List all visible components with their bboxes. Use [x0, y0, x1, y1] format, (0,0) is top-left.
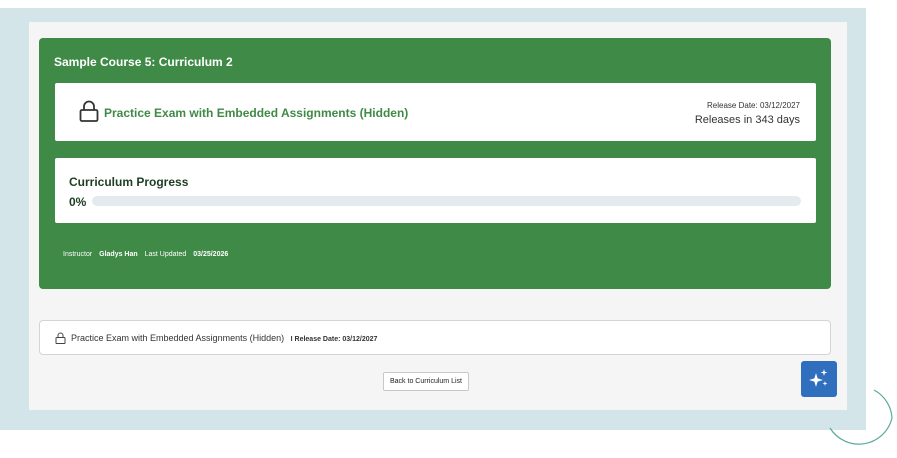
last-updated-date: 03/25/2026	[193, 251, 229, 258]
progress-label: Curriculum Progress	[69, 175, 189, 189]
progress-percent: 0%	[69, 195, 87, 209]
lock-icon	[79, 100, 99, 122]
lock-icon	[55, 332, 66, 344]
list-item-title: Practice Exam with Embedded Assignments …	[71, 333, 285, 343]
course-title: Sample Course 5: Curriculum 2	[54, 55, 233, 69]
last-updated-label: Last Updated	[144, 251, 187, 258]
back-to-curriculum-button[interactable]: Back to Curriculum List	[383, 372, 469, 391]
list-item-text: Practice Exam with Embedded Assignments …	[71, 333, 377, 343]
assignment-card[interactable]: Practice Exam with Embedded Assignments …	[55, 83, 816, 141]
list-item-release: I Release Date: 03/12/2027	[290, 336, 378, 343]
decorative-arc	[829, 389, 893, 445]
course-card: Sample Course 5: Curriculum 2 Practice E…	[39, 38, 831, 289]
instructor-label: Instructor	[63, 251, 93, 258]
course-meta: Instructor Gladys Han Last Updated 03/25…	[63, 251, 233, 258]
assignment-title[interactable]: Practice Exam with Embedded Assignments …	[104, 106, 408, 120]
instructor-name: Gladys Han	[99, 251, 138, 258]
progress-bar	[92, 196, 801, 206]
curriculum-progress-card: Curriculum Progress 0%	[55, 158, 816, 223]
release-date: Release Date: 03/12/2027	[707, 101, 800, 110]
releases-in-days: Releases in 343 days	[694, 114, 800, 126]
list-item[interactable]: Practice Exam with Embedded Assignments …	[39, 320, 831, 355]
